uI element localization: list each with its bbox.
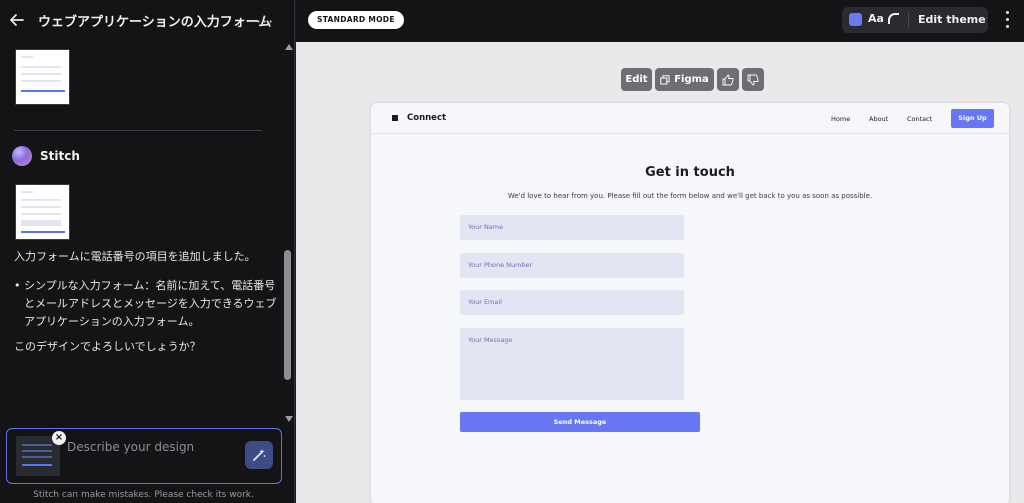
brand-name[interactable]: Connect xyxy=(407,113,446,123)
nav-about[interactable]: About xyxy=(869,115,888,123)
theme-color-swatch[interactable] xyxy=(849,13,862,26)
assistant-name: Stitch xyxy=(40,149,80,163)
prompt-composer: × xyxy=(6,428,282,484)
top-bar: STANDARD MODE Aa Edit theme xyxy=(296,0,1024,42)
theme-font-button[interactable]: Aa xyxy=(868,12,884,25)
sidebar-scrollbar[interactable] xyxy=(283,42,293,427)
design-prompt-input[interactable] xyxy=(67,437,237,457)
edit-button[interactable]: Edit xyxy=(621,68,652,91)
figma-export-button[interactable]: Figma xyxy=(655,68,714,91)
theme-divider xyxy=(908,12,909,28)
thumbs-down-icon xyxy=(747,74,759,85)
chat-history[interactable]: Stitch 入力フォームに電話番号の項目を追加しました。 • シンプルな入力フ… xyxy=(0,42,295,420)
preview-navbar: Connect Home About Contact Sign Up xyxy=(371,103,1009,134)
remove-attachment-icon[interactable]: × xyxy=(52,431,66,445)
design-canvas[interactable]: Edit Figma Connect Home About Contact Si… xyxy=(296,42,1024,503)
figma-label: Figma xyxy=(674,74,709,85)
chat-divider xyxy=(14,130,262,131)
bullet-dot: • xyxy=(14,279,21,292)
project-title: ウェブアプリケーションの入力フォーム xyxy=(38,15,272,30)
more-menu-icon[interactable] xyxy=(1006,11,1010,31)
scroll-up-arrow-icon[interactable] xyxy=(285,44,293,50)
assistant-message: 入力フォームに電話番号の項目を追加しました。 xyxy=(14,250,256,263)
name-field[interactable]: Your Name xyxy=(460,215,684,240)
edit-label: Edit xyxy=(625,74,648,85)
more-options-icon[interactable]: ··· xyxy=(256,12,274,31)
message-field[interactable]: Your Message xyxy=(460,328,684,400)
sidebar-header: ウェブアプリケーションの入力フォーム ··· xyxy=(0,0,295,42)
bullet-text: シンプルな入力フォーム：名前に加えて、電話番号とメールアドレスとメッセージを入力… xyxy=(24,279,277,328)
chat-sidebar: ウェブアプリケーションの入力フォーム ··· Stitch 入力フォームに電話番… xyxy=(0,0,295,503)
signup-button[interactable]: Sign Up xyxy=(951,109,994,128)
brand-logo-icon xyxy=(392,115,398,121)
thumbs-down-button[interactable] xyxy=(742,68,764,91)
current-design-thumbnail[interactable] xyxy=(15,184,70,240)
nav-home[interactable]: Home xyxy=(831,115,850,123)
thumbs-up-button[interactable] xyxy=(717,68,739,91)
thumbs-up-icon xyxy=(722,74,734,85)
edit-theme-button[interactable]: Edit theme xyxy=(918,13,986,26)
phone-field[interactable]: Your Phone Number xyxy=(460,253,684,278)
generate-button[interactable] xyxy=(245,441,273,469)
magic-wand-icon xyxy=(253,449,266,461)
assistant-question: このデザインでよろしいでしょうか？ xyxy=(14,340,201,353)
send-message-button[interactable]: Send Message xyxy=(460,412,700,432)
form-description: We'd love to hear from you. Please fill … xyxy=(507,192,873,200)
stitch-avatar xyxy=(12,146,32,166)
corner-radius-icon[interactable] xyxy=(888,13,899,24)
scrollbar-thumb[interactable] xyxy=(284,250,291,380)
preview-frame[interactable]: Connect Home About Contact Sign Up Get i… xyxy=(371,103,1009,503)
disclaimer: Stitch can make mistakes. Please check i… xyxy=(33,490,254,500)
scroll-down-arrow-icon[interactable] xyxy=(285,416,293,422)
previous-design-thumbnail[interactable] xyxy=(15,49,70,105)
theme-controls[interactable]: Aa Edit theme xyxy=(842,7,988,33)
back-arrow-icon[interactable] xyxy=(7,10,27,30)
form-heading: Get in touch xyxy=(645,165,735,180)
nav-contact[interactable]: Contact xyxy=(907,115,932,123)
email-field[interactable]: Your Email xyxy=(460,290,684,315)
copy-icon xyxy=(660,74,670,84)
mode-toggle[interactable]: STANDARD MODE xyxy=(308,11,404,29)
